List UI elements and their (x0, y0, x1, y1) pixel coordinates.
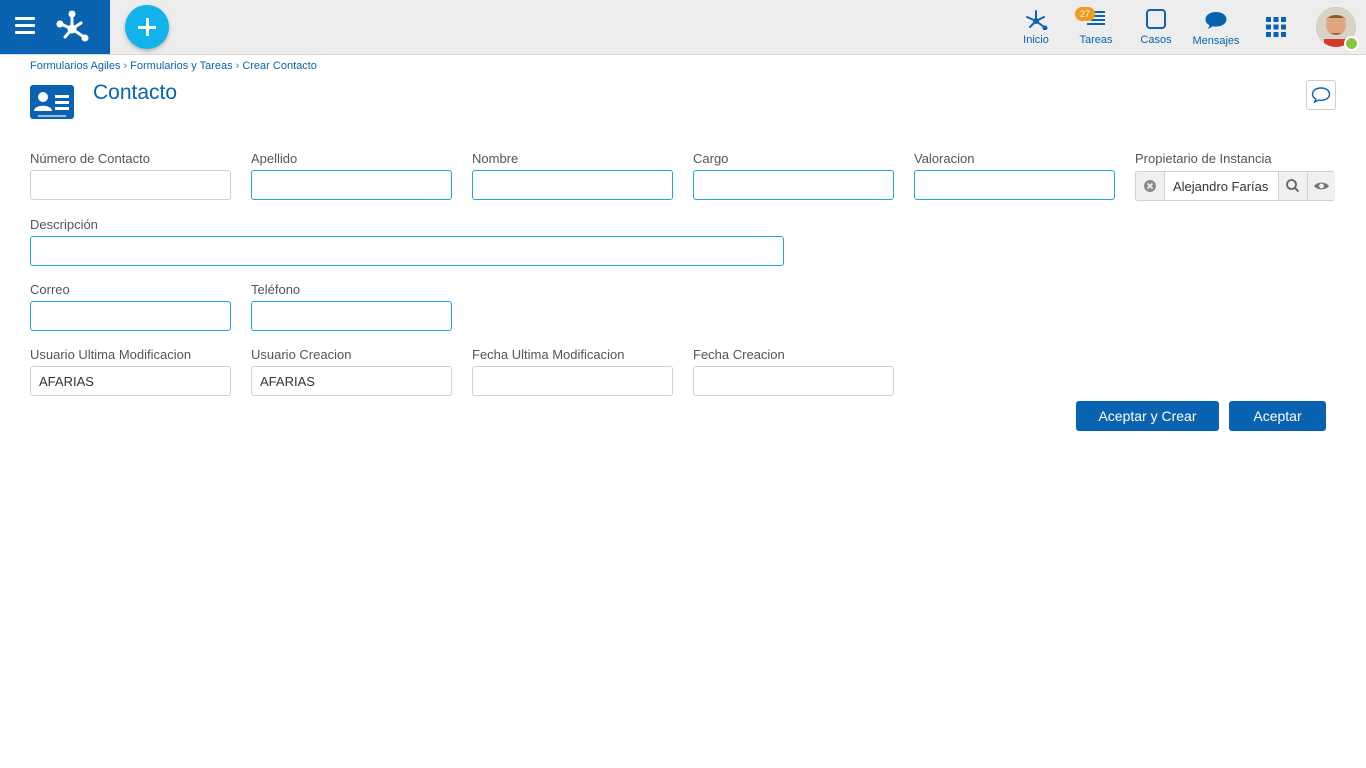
nav-label: Mensajes (1192, 35, 1240, 47)
breadcrumb-link[interactable]: Formularios y Tareas (130, 60, 233, 72)
field-label: Fecha Creacion (693, 347, 785, 362)
field-label: Descripción (30, 217, 98, 232)
descripcion-input[interactable] (30, 236, 784, 266)
field-label: Cargo (693, 151, 729, 166)
nav-casos[interactable]: Casos (1132, 0, 1180, 54)
online-status-dot (1344, 36, 1359, 51)
apps-grid-icon[interactable] (1266, 17, 1286, 37)
nav-tareas[interactable]: 27 Tareas (1072, 0, 1120, 54)
accept-and-create-button[interactable]: Aceptar y Crear (1076, 401, 1219, 431)
field-label: Teléfono (251, 282, 301, 297)
correo-input[interactable] (30, 301, 231, 331)
field-label: Número de Contacto (30, 151, 150, 166)
nav-label: Tareas (1079, 34, 1113, 46)
search-button[interactable] (1278, 172, 1307, 200)
field-label: Nombre (472, 151, 519, 166)
telefono-input[interactable] (251, 301, 452, 331)
contact-card-icon (30, 85, 74, 119)
comment-icon (1311, 87, 1331, 104)
field-label: Propietario de Instancia (1135, 151, 1272, 166)
field-label: Fecha Ultima Modificacion (472, 347, 625, 362)
app-logo[interactable] (56, 9, 90, 43)
tasks-count-badge: 27 (1075, 7, 1095, 21)
nav-label: Inicio (1023, 34, 1049, 46)
breadcrumb-separator: › (123, 60, 128, 72)
usuario-crea-input[interactable] (251, 366, 452, 396)
propietario-lookup: Alejandro Farías (1135, 171, 1335, 201)
eye-icon (1314, 182, 1329, 190)
clear-button[interactable] (1136, 172, 1165, 200)
page-title: Contacto (93, 81, 178, 104)
field-label: Apellido (251, 151, 298, 166)
cases-icon (1146, 9, 1166, 29)
accept-button[interactable]: Aceptar (1229, 401, 1326, 431)
top-bar: Inicio 27 Tareas Casos Mensajes (0, 0, 1366, 55)
breadcrumb-link[interactable]: Formularios Agiles (30, 60, 120, 72)
fecha-crea-input[interactable] (693, 366, 894, 396)
apellido-input[interactable] (251, 170, 452, 200)
breadcrumb-separator: › (235, 60, 240, 72)
usuario-mod-input[interactable] (30, 366, 231, 396)
clear-icon (1144, 180, 1156, 192)
breadcrumb-current[interactable]: Crear Contacto (242, 60, 317, 72)
breadcrumb: Formularios Agiles › Formularios y Tareas ›… (30, 60, 317, 72)
nav-label: Casos (1140, 34, 1172, 46)
search-icon (1286, 179, 1300, 193)
propietario-value[interactable]: Alejandro Farías (1173, 179, 1268, 194)
field-label: Correo (30, 282, 70, 297)
fecha-mod-input[interactable] (472, 366, 673, 396)
valoracion-input[interactable] (914, 170, 1115, 200)
menu-icon[interactable] (15, 17, 35, 35)
nav-inicio[interactable]: Inicio (1012, 0, 1060, 54)
add-new-button[interactable] (125, 5, 169, 49)
view-button[interactable] (1307, 172, 1335, 200)
field-label: Usuario Creacion (251, 347, 352, 362)
brand-area (0, 0, 110, 54)
home-network-icon (1026, 10, 1048, 30)
field-label: Usuario Ultima Modificacion (30, 347, 192, 362)
nav-mensajes[interactable]: Mensajes (1190, 0, 1242, 54)
nombre-input[interactable] (472, 170, 673, 200)
cargo-input[interactable] (693, 170, 894, 200)
field-label: Valoracion (914, 151, 975, 166)
messages-icon (1205, 12, 1227, 29)
comments-button[interactable] (1306, 80, 1336, 110)
tasks-icon-wrap: 27 (1075, 7, 1107, 28)
numero-contacto-input[interactable] (30, 170, 231, 200)
